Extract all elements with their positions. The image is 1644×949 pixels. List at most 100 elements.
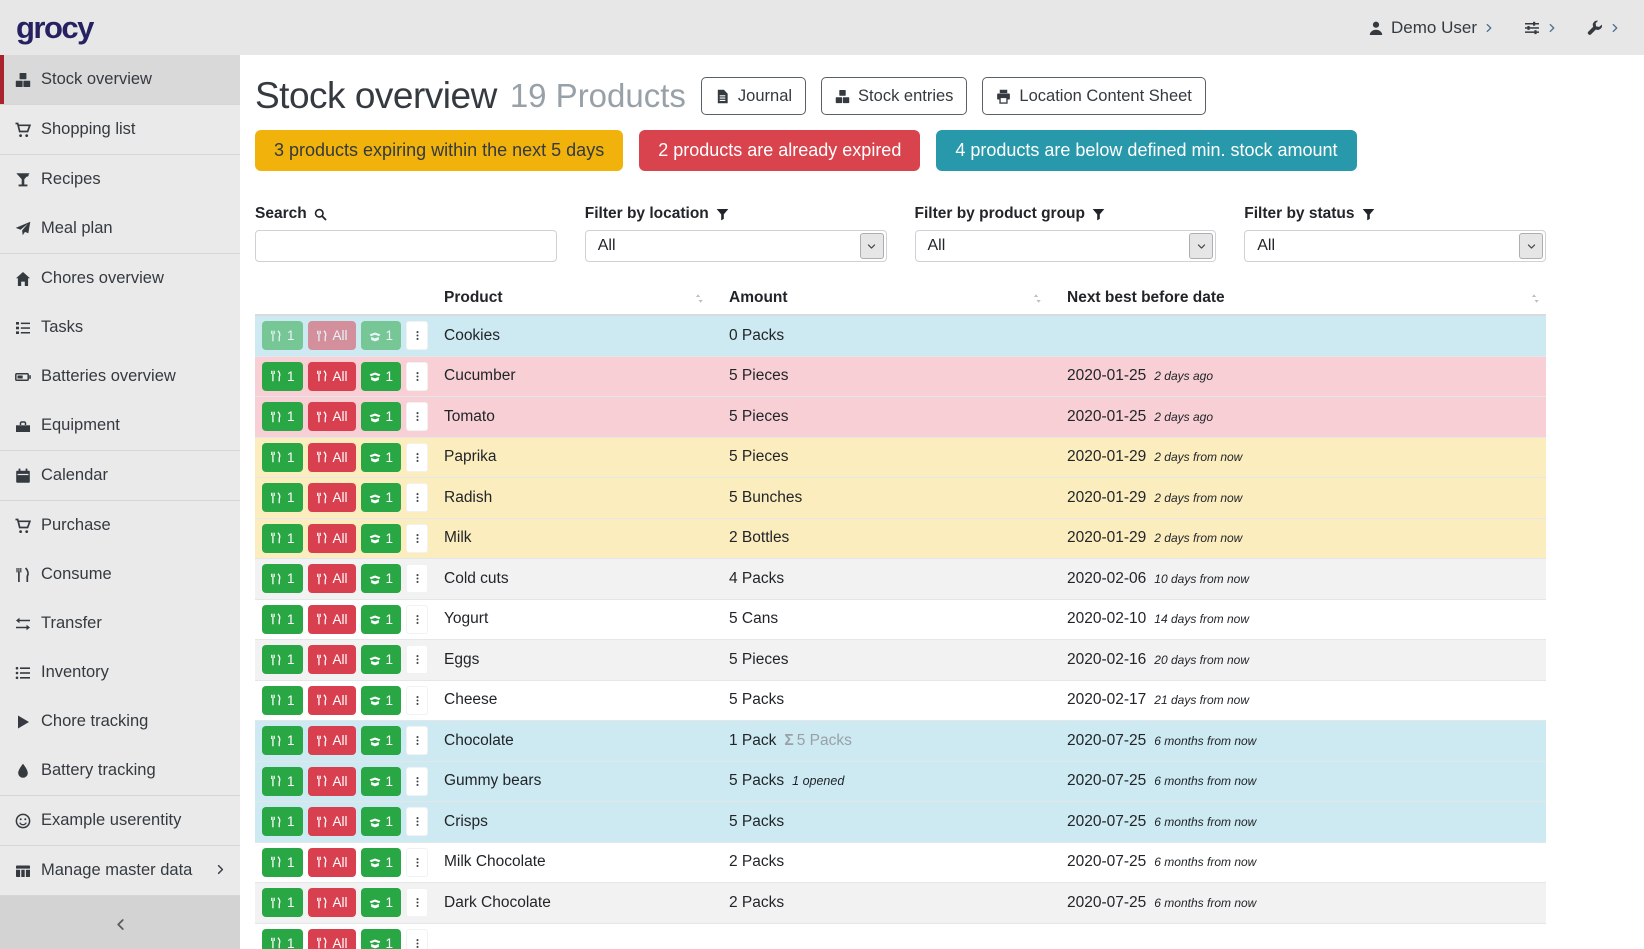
sidebar-item-battery-tracking[interactable]: Battery tracking: [0, 746, 240, 795]
row-more-menu-button[interactable]: [406, 524, 428, 553]
sidebar-item-manage-master-data[interactable]: Manage master data: [0, 846, 240, 895]
sidebar-item-chore-tracking[interactable]: Chore tracking: [0, 697, 240, 746]
consume-all-button[interactable]: All: [308, 848, 356, 877]
consume-one-button[interactable]: 1: [262, 686, 303, 715]
open-one-button[interactable]: 1: [361, 402, 402, 431]
sidebar-item-equipment[interactable]: Equipment: [0, 401, 240, 450]
consume-all-button[interactable]: All: [308, 686, 356, 715]
open-one-button[interactable]: 1: [361, 848, 402, 877]
sidebar-item-example-userentity[interactable]: Example userentity: [0, 796, 240, 845]
consume-one-button[interactable]: 1: [262, 767, 303, 796]
location-filter-select[interactable]: All: [585, 230, 887, 262]
open-one-button[interactable]: 1: [361, 362, 402, 391]
sidebar-item-consume[interactable]: Consume: [0, 550, 240, 599]
open-one-button[interactable]: 1: [361, 443, 402, 472]
consume-one-button[interactable]: 1: [262, 362, 303, 391]
row-more-menu-button[interactable]: [406, 645, 428, 674]
best-before-column-header[interactable]: Next best before date: [1058, 289, 1546, 307]
consume-all-button[interactable]: All: [308, 564, 356, 593]
location-content-sheet-button[interactable]: Location Content Sheet: [982, 77, 1205, 115]
open-one-button[interactable]: 1: [361, 321, 402, 350]
row-more-menu-button[interactable]: [406, 807, 428, 836]
row-more-menu-button[interactable]: [406, 483, 428, 512]
row-more-menu-button[interactable]: [406, 888, 428, 917]
consume-all-button[interactable]: All: [308, 888, 356, 917]
consume-all-button[interactable]: All: [308, 605, 356, 634]
consume-one-button[interactable]: 1: [262, 929, 303, 949]
sidebar-item-meal-plan[interactable]: Meal plan: [0, 204, 240, 253]
consume-one-button[interactable]: 1: [262, 402, 303, 431]
row-more-menu-button[interactable]: [406, 686, 428, 715]
consume-all-button[interactable]: All: [308, 483, 356, 512]
admin-menu[interactable]: [1587, 20, 1620, 36]
sidebar-collapse-button[interactable]: [0, 896, 240, 949]
consume-one-button[interactable]: 1: [262, 807, 303, 836]
consume-one-button[interactable]: 1: [262, 564, 303, 593]
sidebar-item-shopping-list[interactable]: Shopping list: [0, 105, 240, 154]
open-one-button[interactable]: 1: [361, 929, 402, 949]
open-one-button[interactable]: 1: [361, 888, 402, 917]
status-filter-select[interactable]: All: [1244, 230, 1546, 262]
consume-one-button[interactable]: 1: [262, 605, 303, 634]
consume-one-button[interactable]: 1: [262, 848, 303, 877]
app-logo[interactable]: grocy: [16, 10, 93, 46]
journal-button[interactable]: Journal: [701, 77, 806, 115]
sidebar-item-transfer[interactable]: Transfer: [0, 599, 240, 648]
open-one-button[interactable]: 1: [361, 483, 402, 512]
sidebar-item-calendar[interactable]: Calendar: [0, 451, 240, 500]
open-one-button[interactable]: 1: [361, 767, 402, 796]
consume-all-button[interactable]: All: [308, 807, 356, 836]
expiring-alert[interactable]: 3 products expiring within the next 5 da…: [255, 130, 623, 171]
consume-all-button[interactable]: All: [308, 645, 356, 674]
amount-column-header[interactable]: Amount: [720, 289, 1058, 307]
row-more-menu-button[interactable]: [406, 402, 428, 431]
expired-alert[interactable]: 2 products are already expired: [639, 130, 920, 171]
row-more-menu-button[interactable]: [406, 362, 428, 391]
open-one-button[interactable]: 1: [361, 605, 402, 634]
consume-all-button[interactable]: All: [308, 362, 356, 391]
row-more-menu-button[interactable]: [406, 848, 428, 877]
settings-menu[interactable]: [1524, 20, 1557, 36]
row-more-menu-button[interactable]: [406, 605, 428, 634]
user-menu[interactable]: Demo User: [1368, 18, 1494, 38]
consume-all-button[interactable]: All: [308, 402, 356, 431]
stock-entries-button[interactable]: Stock entries: [821, 77, 967, 115]
consume-one-button[interactable]: 1: [262, 888, 303, 917]
consume-one-button[interactable]: 1: [262, 726, 303, 755]
consume-one-button[interactable]: 1: [262, 483, 303, 512]
consume-all-button[interactable]: All: [308, 929, 356, 949]
sidebar-item-batteries-overview[interactable]: Batteries overview: [0, 352, 240, 401]
sidebar-item-tasks[interactable]: Tasks: [0, 303, 240, 352]
open-one-button[interactable]: 1: [361, 564, 402, 593]
box-open-icon: [369, 613, 381, 625]
open-one-button[interactable]: 1: [361, 645, 402, 674]
consume-all-button[interactable]: All: [308, 726, 356, 755]
consume-one-button[interactable]: 1: [262, 645, 303, 674]
consume-one-button[interactable]: 1: [262, 321, 303, 350]
consume-all-button[interactable]: All: [308, 767, 356, 796]
consume-one-button[interactable]: 1: [262, 524, 303, 553]
consume-all-button[interactable]: All: [308, 443, 356, 472]
row-more-menu-button[interactable]: [406, 443, 428, 472]
row-more-menu-button[interactable]: [406, 321, 428, 350]
sidebar-item-stock-overview[interactable]: Stock overview: [0, 55, 240, 104]
sidebar-item-recipes[interactable]: Recipes: [0, 155, 240, 204]
search-input[interactable]: [255, 230, 557, 262]
open-one-button[interactable]: 1: [361, 686, 402, 715]
open-one-button[interactable]: 1: [361, 726, 402, 755]
sidebar-item-purchase[interactable]: Purchase: [0, 501, 240, 550]
product-column-header[interactable]: Product: [435, 289, 720, 307]
consume-one-button[interactable]: 1: [262, 443, 303, 472]
row-more-menu-button[interactable]: [406, 564, 428, 593]
below-min-stock-alert[interactable]: 4 products are below defined min. stock …: [936, 130, 1356, 171]
sidebar-item-inventory[interactable]: Inventory: [0, 648, 240, 697]
open-one-button[interactable]: 1: [361, 807, 402, 836]
row-more-menu-button[interactable]: [406, 767, 428, 796]
row-more-menu-button[interactable]: [406, 929, 428, 949]
row-more-menu-button[interactable]: [406, 726, 428, 755]
product-group-filter-select[interactable]: All: [915, 230, 1217, 262]
consume-all-button[interactable]: All: [308, 524, 356, 553]
consume-all-button[interactable]: All: [308, 321, 356, 350]
sidebar-item-chores-overview[interactable]: Chores overview: [0, 254, 240, 303]
open-one-button[interactable]: 1: [361, 524, 402, 553]
